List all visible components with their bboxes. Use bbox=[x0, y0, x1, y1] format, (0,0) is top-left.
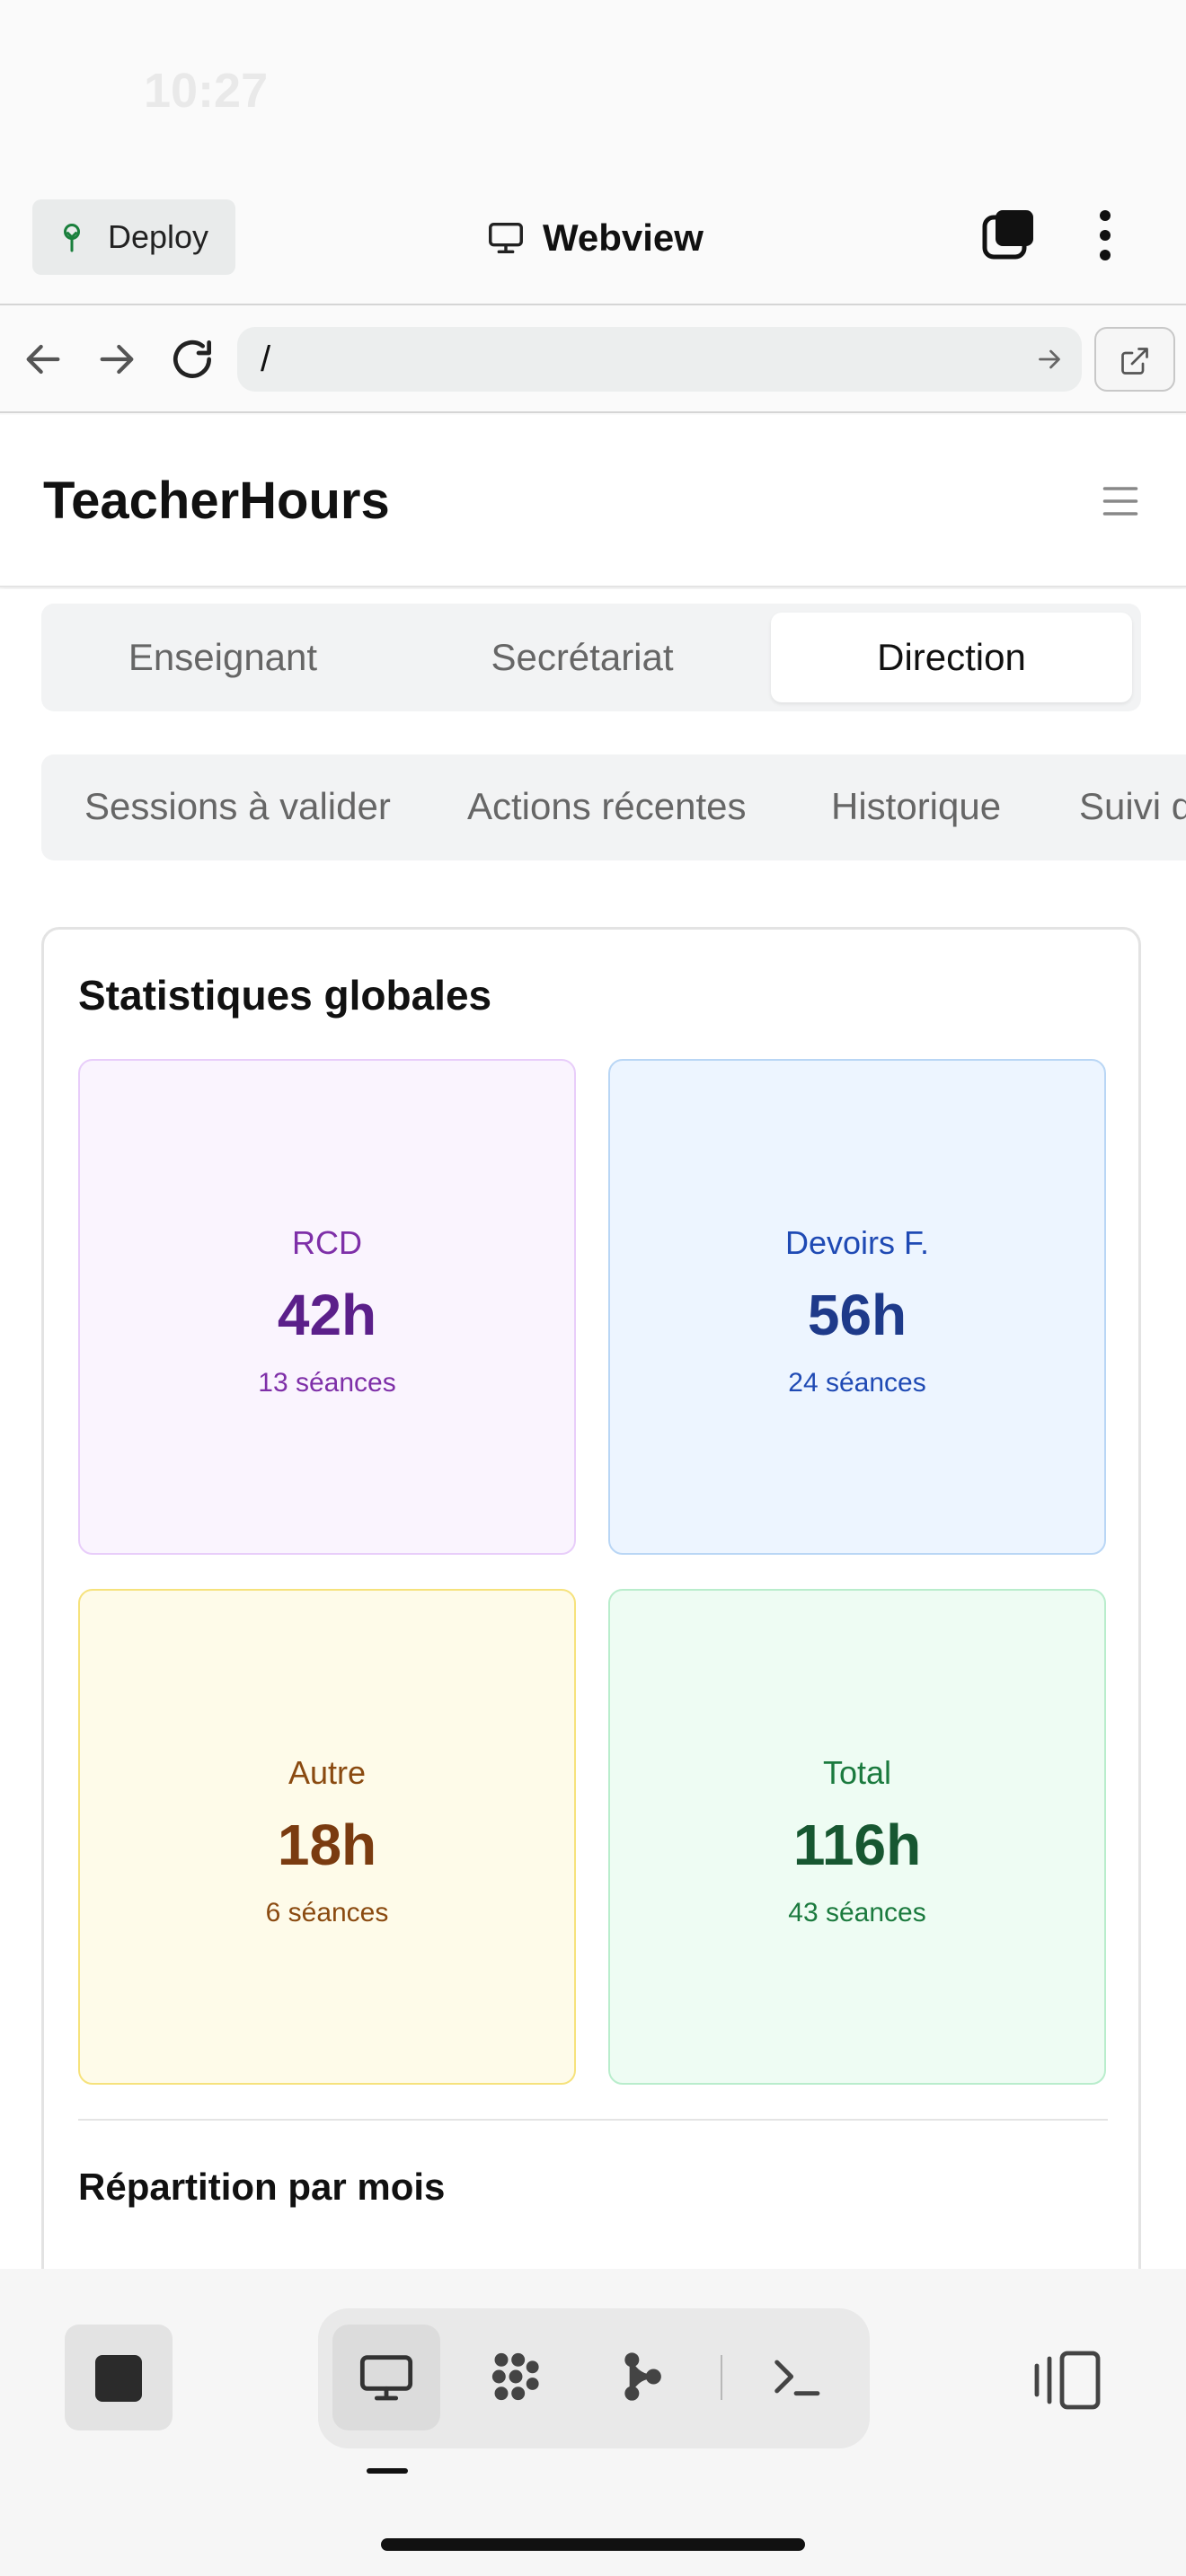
section-divider bbox=[78, 2119, 1108, 2121]
terminal-icon bbox=[774, 2360, 820, 2396]
more-vertical-icon[interactable] bbox=[1087, 207, 1123, 264]
main-content: Enseignant Secrétariat Direction Session… bbox=[0, 589, 1186, 2269]
monitor-icon bbox=[489, 222, 523, 254]
webview-title[interactable]: Webview bbox=[485, 207, 704, 269]
deploy-label: Deploy bbox=[108, 218, 209, 255]
stat-value: 56h bbox=[807, 1283, 907, 1347]
stat-box-rcd: RCD 42h 13 séances bbox=[78, 1059, 576, 1555]
bottom-toolbar bbox=[0, 2269, 1186, 2576]
replit-mobile-screen: 10:27 Deploy Webview / TeacherHours Ense… bbox=[0, 0, 1186, 2576]
active-tool-indicator bbox=[367, 2468, 408, 2474]
stats-title: Statistiques globales bbox=[78, 972, 492, 1019]
stop-button[interactable] bbox=[65, 2325, 173, 2430]
monitor-icon bbox=[359, 2355, 413, 2401]
git-branch-icon bbox=[624, 2352, 661, 2401]
tab-actions-recentes[interactable]: Actions récentes bbox=[467, 785, 747, 828]
reload-icon[interactable] bbox=[167, 334, 217, 384]
stop-icon bbox=[95, 2355, 142, 2402]
webview-tool-button[interactable] bbox=[332, 2325, 440, 2430]
split-view-icon[interactable] bbox=[1031, 2348, 1103, 2413]
url-text: / bbox=[261, 340, 271, 379]
url-bar: / bbox=[0, 307, 1186, 413]
stat-count: 13 séances bbox=[258, 1368, 396, 1398]
stat-label: RCD bbox=[292, 1224, 362, 1261]
go-arrow-icon[interactable] bbox=[1033, 343, 1066, 375]
stat-count: 43 séances bbox=[788, 1898, 926, 1928]
deploy-button[interactable]: Deploy bbox=[32, 199, 235, 275]
workspace-topbar: Deploy Webview bbox=[0, 180, 1186, 305]
stat-label: Autre bbox=[288, 1754, 367, 1791]
stat-label: Devoirs F. bbox=[784, 1224, 930, 1261]
status-bar: 10:27 bbox=[0, 0, 1186, 171]
app-title: TeacherHours bbox=[43, 472, 390, 530]
tool-group bbox=[318, 2308, 870, 2448]
sub-tabs: Sessions à valider Actions récentes Hist… bbox=[41, 754, 1186, 860]
url-input[interactable]: / bbox=[237, 327, 1082, 392]
apps-tool-button[interactable] bbox=[462, 2325, 570, 2430]
stat-value: 18h bbox=[277, 1813, 377, 1877]
tab-historique[interactable]: Historique bbox=[831, 785, 1001, 828]
arrow-right-icon[interactable] bbox=[92, 334, 142, 384]
external-link-icon bbox=[1121, 348, 1148, 375]
webview-title-label: Webview bbox=[543, 216, 704, 259]
git-tool-button[interactable] bbox=[588, 2325, 695, 2430]
stat-box-autre: Autre 18h 6 séances bbox=[78, 1589, 576, 2085]
open-external-button[interactable] bbox=[1094, 327, 1175, 392]
stat-value: 116h bbox=[792, 1813, 922, 1877]
stat-count: 6 séances bbox=[265, 1898, 389, 1928]
tab-secretariat[interactable]: Secrétariat bbox=[412, 613, 753, 702]
home-indicator bbox=[381, 2538, 805, 2551]
global-stats-card: Statistiques globales RCD 42h 13 séances… bbox=[41, 927, 1141, 2269]
tabs-icon[interactable] bbox=[979, 207, 1037, 264]
role-tabs: Enseignant Secrétariat Direction bbox=[41, 604, 1141, 711]
stat-box-total: Total 116h 43 séances bbox=[608, 1589, 1106, 2085]
tab-sessions-a-valider[interactable]: Sessions à valider bbox=[84, 785, 391, 828]
tab-direction[interactable]: Direction bbox=[771, 613, 1132, 702]
stat-count: 24 séances bbox=[788, 1368, 926, 1398]
stat-label: Total bbox=[822, 1754, 892, 1791]
tool-separator bbox=[721, 2355, 722, 2400]
tab-enseignant[interactable]: Enseignant bbox=[52, 613, 394, 702]
monthly-breakdown-title: Répartition par mois bbox=[78, 2166, 446, 2208]
apps-grid-icon bbox=[491, 2352, 539, 2401]
tab-suivi[interactable]: Suivi d bbox=[1079, 785, 1186, 828]
deploy-tree-icon bbox=[64, 224, 80, 252]
shell-tool-button[interactable] bbox=[742, 2325, 850, 2430]
status-time: 10:27 bbox=[144, 64, 269, 118]
arrow-left-icon[interactable] bbox=[18, 334, 68, 384]
app-header: TeacherHours bbox=[0, 415, 1186, 587]
stat-value: 42h bbox=[277, 1283, 377, 1347]
stat-box-devoirs: Devoirs F. 56h 24 séances bbox=[608, 1059, 1106, 1555]
hamburger-icon[interactable] bbox=[1102, 483, 1139, 519]
